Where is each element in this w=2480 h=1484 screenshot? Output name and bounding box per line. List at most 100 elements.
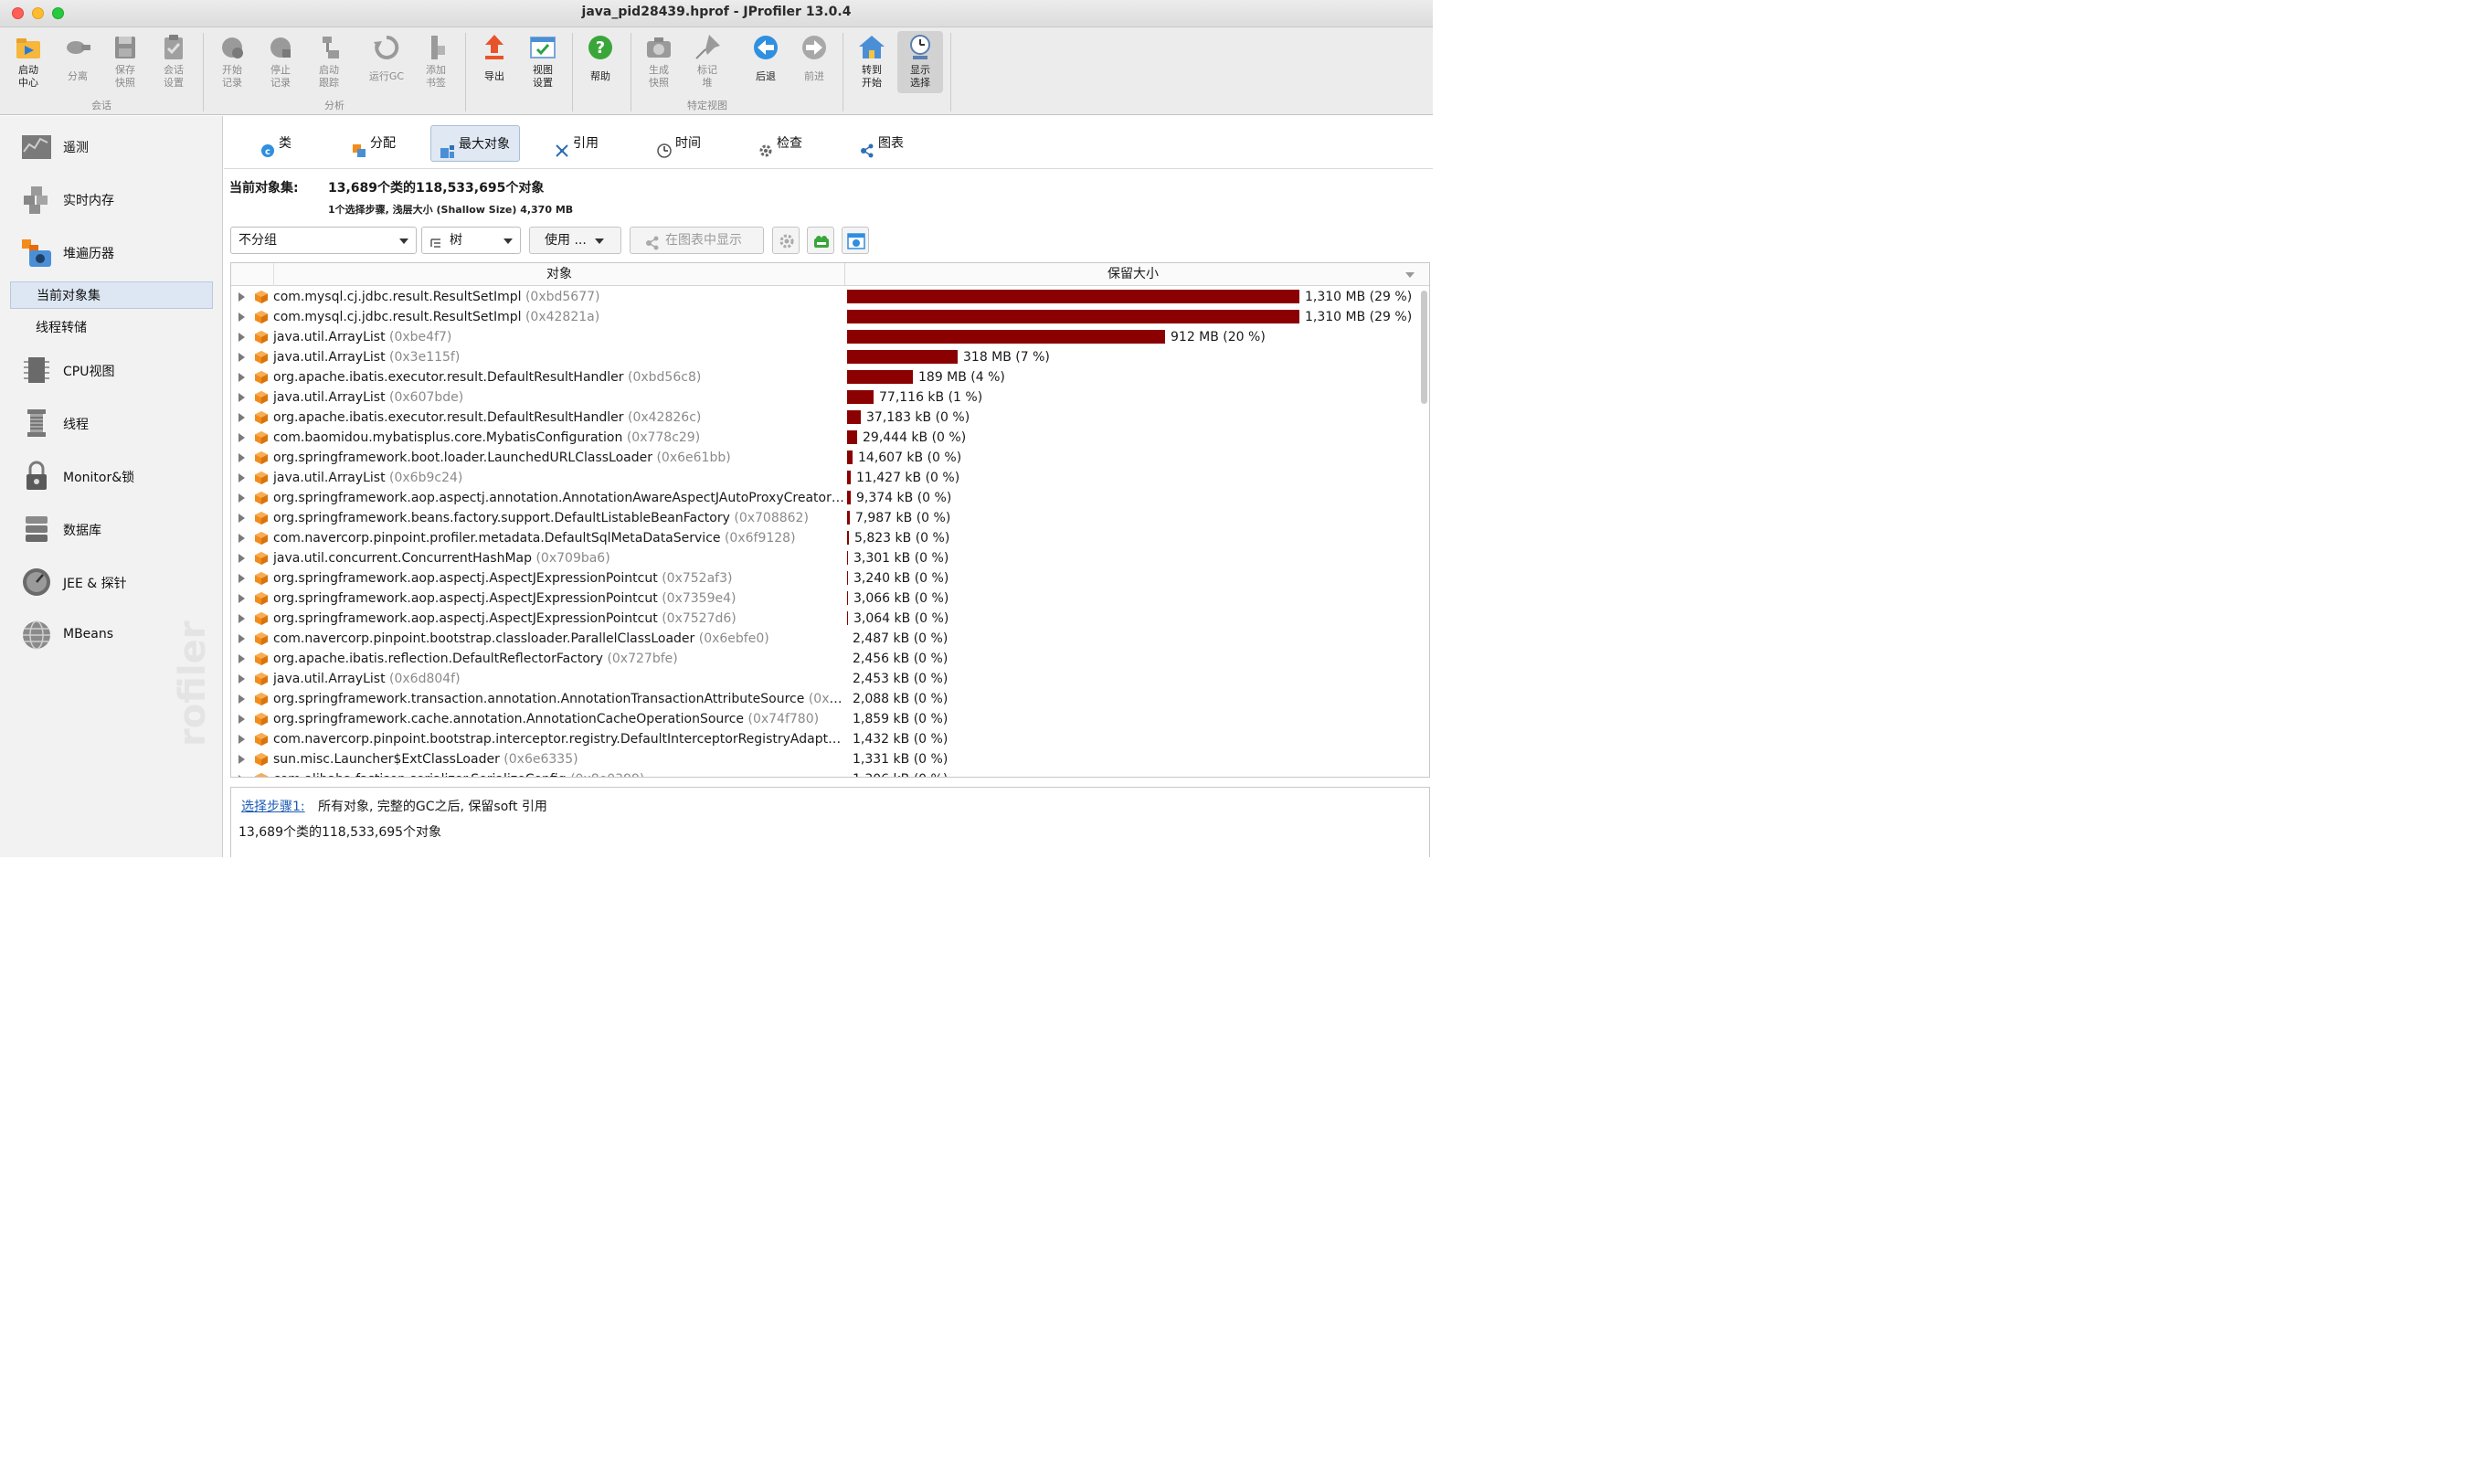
expand-arrow-icon[interactable] bbox=[238, 534, 245, 543]
expand-arrow-icon[interactable] bbox=[238, 373, 245, 382]
sidebar-item-cpu-views[interactable]: CPU视图 bbox=[16, 349, 217, 395]
sort-descending-icon[interactable] bbox=[1405, 272, 1415, 278]
sidebar-item-threads[interactable]: 线程 bbox=[16, 402, 217, 448]
mark-heap-button[interactable]: 标记堆 bbox=[684, 31, 730, 93]
view-settings-button[interactable]: 视图 设置 bbox=[520, 31, 566, 93]
start-recording-button[interactable]: 开始 记录 bbox=[209, 31, 255, 93]
expand-arrow-icon[interactable] bbox=[238, 473, 245, 482]
table-row[interactable]: java.util.ArrayList (0xbe4f7) 912 MB (20 … bbox=[231, 327, 1419, 347]
tab-biggest-objects[interactable]: 最大对象 bbox=[430, 125, 520, 162]
stop-recording-button[interactable]: 停止 记录 bbox=[258, 31, 303, 93]
expand-arrow-icon[interactable] bbox=[238, 313, 245, 322]
expand-arrow-icon[interactable] bbox=[238, 594, 245, 603]
sidebar-subitem-current-object-set[interactable]: 当前对象集 bbox=[10, 281, 213, 309]
expand-arrow-icon[interactable] bbox=[238, 614, 245, 623]
table-row[interactable]: java.util.ArrayList (0x607bde) 77,116 kB … bbox=[231, 387, 1419, 408]
expand-arrow-icon[interactable] bbox=[238, 393, 245, 402]
expand-arrow-icon[interactable] bbox=[238, 775, 245, 777]
back-button[interactable]: 后退 bbox=[743, 31, 789, 93]
sidebar-subitem-thread-dump[interactable]: 线程转储 bbox=[10, 314, 213, 342]
table-row[interactable]: com.mysql.cj.jdbc.result.ResultSetImpl (… bbox=[231, 307, 1419, 327]
expand-arrow-icon[interactable] bbox=[238, 694, 245, 704]
sidebar-item-heap-walker[interactable]: 堆遍历器 bbox=[16, 231, 217, 277]
tab-references[interactable]: 引用 bbox=[546, 125, 608, 162]
table-row[interactable]: org.springframework.transaction.annotati… bbox=[231, 689, 1419, 709]
show-selection-button[interactable]: 显示 选择 bbox=[897, 31, 943, 93]
table-row[interactable]: org.apache.ibatis.executor.result.Defaul… bbox=[231, 408, 1419, 428]
expand-arrow-icon[interactable] bbox=[238, 433, 245, 442]
help-button[interactable]: ? 帮助 bbox=[578, 31, 623, 93]
table-row[interactable]: java.util.ArrayList (0x3e115f) 318 MB (7 … bbox=[231, 347, 1419, 367]
table-row[interactable]: java.util.concurrent.ConcurrentHashMap (… bbox=[231, 548, 1419, 568]
start-center-button[interactable]: 启动 中心 bbox=[5, 31, 51, 93]
use-button[interactable]: 使用 ... bbox=[529, 227, 621, 254]
calculate-retained-button[interactable] bbox=[842, 227, 869, 254]
expand-arrow-icon[interactable] bbox=[238, 453, 245, 462]
start-tracking-button[interactable]: 启动 跟踪 bbox=[306, 31, 352, 93]
table-row[interactable]: com.navercorp.pinpoint.profiler.metadata… bbox=[231, 528, 1419, 548]
table-row[interactable]: org.springframework.aop.aspectj.AspectJE… bbox=[231, 609, 1419, 629]
sidebar-item-telemetry[interactable]: 遥测 bbox=[16, 125, 217, 171]
table-row[interactable]: org.springframework.aop.aspectj.AspectJE… bbox=[231, 588, 1419, 609]
sidebar-item-monitors-locks[interactable]: Monitor&锁 bbox=[16, 455, 217, 501]
expand-arrow-icon[interactable] bbox=[238, 493, 245, 503]
expand-arrow-icon[interactable] bbox=[238, 674, 245, 684]
selection-step-link[interactable]: 选择步骤1: bbox=[241, 797, 305, 815]
expand-arrow-icon[interactable] bbox=[238, 554, 245, 563]
table-row[interactable]: org.springframework.beans.factory.suppor… bbox=[231, 508, 1419, 528]
sidebar-item-jee-probes[interactable]: JEE & 探针 bbox=[16, 561, 217, 607]
column-header-object[interactable]: 对象 bbox=[273, 263, 845, 286]
expand-arrow-icon[interactable] bbox=[238, 574, 245, 583]
expand-arrow-icon[interactable] bbox=[238, 333, 245, 342]
expand-arrow-icon[interactable] bbox=[238, 755, 245, 764]
tab-time[interactable]: 时间 bbox=[648, 125, 710, 162]
expand-arrow-icon[interactable] bbox=[238, 735, 245, 744]
vertical-scrollbar[interactable] bbox=[1421, 291, 1427, 404]
table-row[interactable]: com.navercorp.pinpoint.bootstrap.classlo… bbox=[231, 629, 1419, 649]
table-row[interactable]: com.mysql.cj.jdbc.result.ResultSetImpl (… bbox=[231, 287, 1419, 307]
table-row[interactable]: org.apache.ibatis.executor.result.Defaul… bbox=[231, 367, 1419, 387]
expand-arrow-icon[interactable] bbox=[238, 654, 245, 663]
table-row[interactable]: sun.misc.Launcher$ExtClassLoader (0x6e63… bbox=[231, 749, 1419, 769]
probe-gauge-icon bbox=[20, 566, 53, 599]
expand-arrow-icon[interactable] bbox=[238, 514, 245, 523]
tab-graph[interactable]: 图表 bbox=[851, 125, 913, 162]
object-cube-icon bbox=[255, 612, 268, 625]
view-mode-select[interactable]: 树 bbox=[421, 227, 521, 254]
table-row[interactable]: com.baomidou.mybatisplus.core.MybatisCon… bbox=[231, 428, 1419, 448]
tab-allocations[interactable]: 分配 bbox=[343, 125, 405, 162]
save-snapshot-button[interactable]: 保存 快照 bbox=[102, 31, 148, 93]
tab-inspections[interactable]: 检查 bbox=[749, 125, 811, 162]
expand-arrow-icon[interactable] bbox=[238, 715, 245, 724]
expand-arrow-icon[interactable] bbox=[238, 353, 245, 362]
sidebar-item-live-memory[interactable]: 实时内存 bbox=[16, 178, 217, 224]
add-bookmark-button[interactable]: 添加 书签 bbox=[413, 31, 459, 93]
table-row[interactable]: java.util.ArrayList (0x6d804f) 2,453 kB (… bbox=[231, 669, 1419, 689]
table-row[interactable]: org.springframework.boot.loader.Launched… bbox=[231, 448, 1419, 468]
table-row[interactable]: com.navercorp.pinpoint.bootstrap.interce… bbox=[231, 729, 1419, 749]
tab-classes[interactable]: c 类 bbox=[251, 125, 301, 162]
sidebar-item-databases[interactable]: 数据库 bbox=[16, 508, 217, 554]
forward-button[interactable]: 前进 bbox=[791, 31, 837, 93]
inspection-settings-button[interactable] bbox=[772, 227, 800, 254]
table-row[interactable]: org.springframework.aop.aspectj.annotati… bbox=[231, 488, 1419, 508]
goto-start-button[interactable]: 转到 开始 bbox=[849, 31, 895, 93]
detach-button[interactable]: 分离 bbox=[55, 31, 101, 93]
expand-arrow-icon[interactable] bbox=[238, 413, 245, 422]
table-row[interactable]: org.apache.ibatis.reflection.DefaultRefl… bbox=[231, 649, 1419, 669]
gc-root-button[interactable] bbox=[807, 227, 834, 254]
column-header-retained-size[interactable]: 保留大小 bbox=[845, 263, 1421, 286]
expand-arrow-icon[interactable] bbox=[238, 292, 245, 302]
table-row[interactable]: com.alibaba.fastjson.serializer.Serializ… bbox=[231, 769, 1419, 777]
table-row[interactable]: java.util.ArrayList (0x6b9c24) 11,427 kB … bbox=[231, 468, 1419, 488]
expand-arrow-icon[interactable] bbox=[238, 634, 245, 643]
show-in-graph-button[interactable]: 在图表中显示 bbox=[630, 227, 764, 254]
export-icon bbox=[480, 33, 509, 62]
session-settings-button[interactable]: 会话 设置 bbox=[151, 31, 196, 93]
create-snapshot-button[interactable]: 生成 快照 bbox=[636, 31, 682, 93]
export-button[interactable]: 导出 bbox=[472, 31, 517, 93]
table-row[interactable]: org.springframework.cache.annotation.Ann… bbox=[231, 709, 1419, 729]
run-gc-button[interactable]: 运行GC bbox=[364, 31, 409, 93]
grouping-select[interactable]: 不分组 bbox=[230, 227, 417, 254]
table-row[interactable]: org.springframework.aop.aspectj.AspectJE… bbox=[231, 568, 1419, 588]
